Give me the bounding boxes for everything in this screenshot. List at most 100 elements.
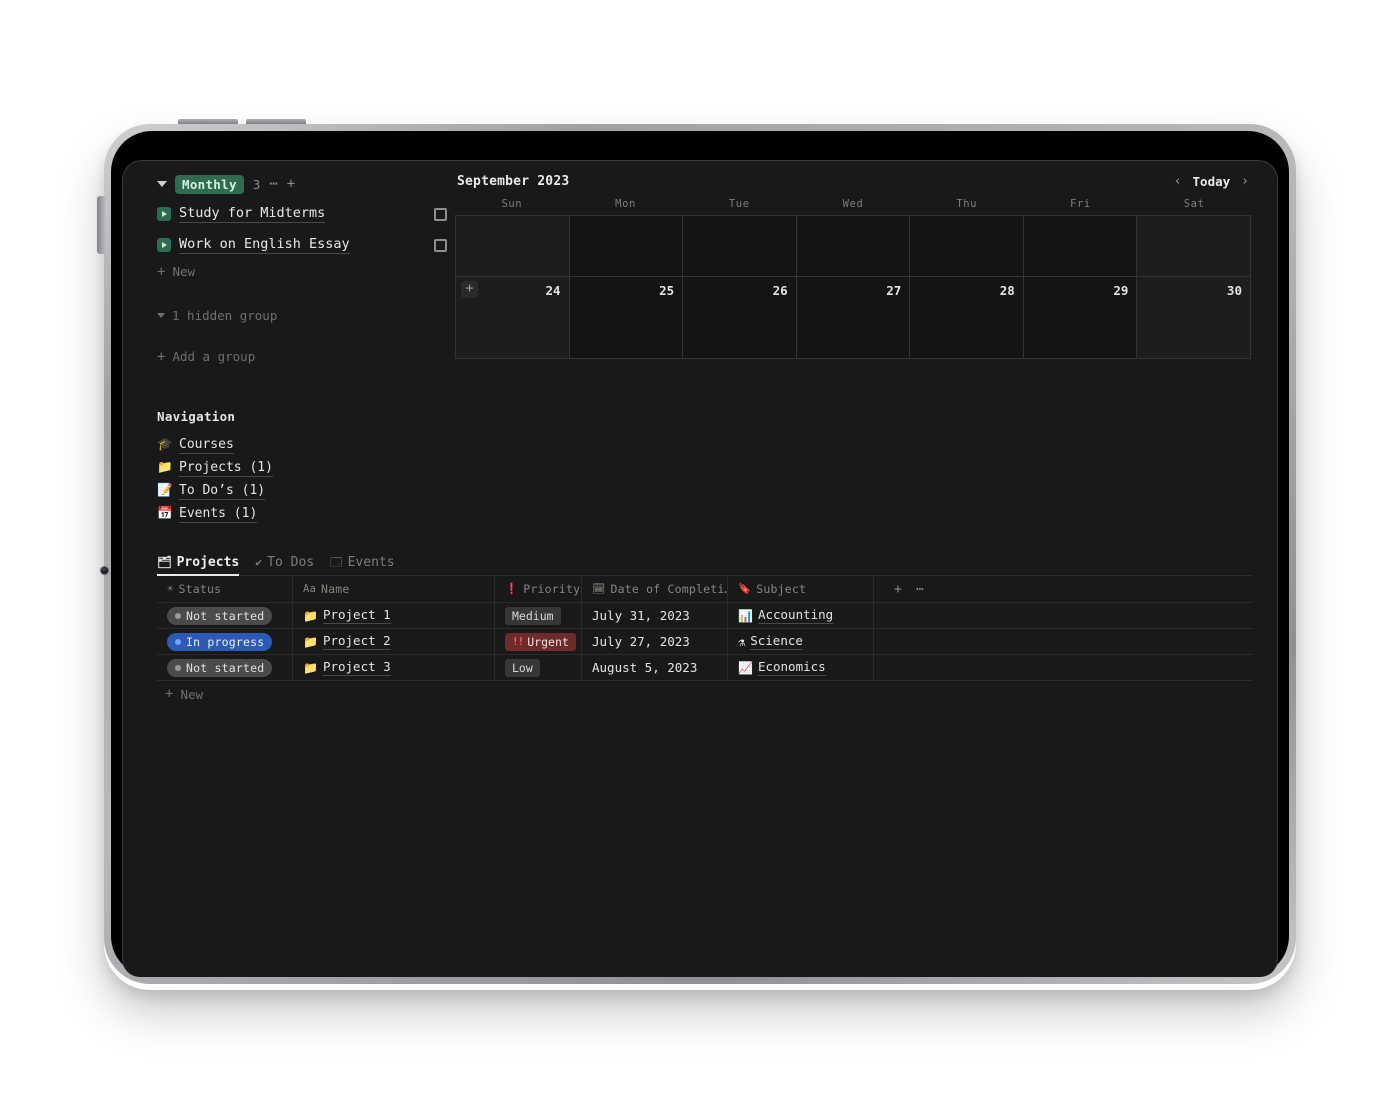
calendar-cell[interactable]: 27 — [796, 277, 911, 359]
add-group-button[interactable]: + Add a group — [157, 349, 447, 364]
sidebar-item-todos[interactable]: 📝 To Do’s (1) — [157, 479, 457, 502]
cell-date[interactable]: July 31, 2023 — [582, 603, 728, 628]
calendar-view: September 2023 ‹ Today › Sun Mon Tue Wed… — [455, 169, 1251, 359]
page-arrow-icon — [157, 238, 171, 252]
cell-date[interactable]: August 5, 2023 — [582, 655, 728, 680]
calendar-day-header: Sat — [1183, 198, 1205, 210]
board-card-checkbox[interactable] — [434, 238, 447, 252]
cell-subject[interactable]: ⚗ Science — [728, 629, 874, 654]
cell-date[interactable]: July 27, 2023 — [582, 629, 728, 654]
cell-name[interactable]: 📁 Project 2 — [293, 629, 495, 654]
folder-icon: 🗂 — [157, 554, 172, 569]
cell-priority[interactable]: Low — [495, 655, 582, 680]
column-header-name[interactable]: Aa Name — [293, 576, 495, 602]
board-card-checkbox[interactable] — [434, 207, 447, 221]
status-dot-icon — [175, 664, 181, 671]
calendar-cell[interactable]: + 24 — [456, 277, 570, 359]
column-header-label: Name — [321, 582, 350, 596]
tablet-camera-icon — [100, 566, 109, 575]
folder-icon: 📁 — [303, 608, 318, 623]
calendar-cell[interactable] — [910, 216, 1024, 277]
cell-empty — [874, 629, 1253, 654]
priority-tag: Low — [505, 658, 540, 677]
date-label: July 27, 2023 — [592, 634, 690, 649]
calendar-day-number: 30 — [1226, 283, 1242, 298]
cell-name-label: Project 3 — [322, 659, 391, 676]
calendar-cell[interactable]: 30 — [1137, 277, 1251, 359]
column-more-icon[interactable]: ⋯ — [916, 582, 924, 597]
column-header-subject[interactable]: 🔖 Subject — [728, 576, 874, 602]
table-new-row-button[interactable]: + New — [157, 681, 1253, 707]
tab-todos[interactable]: ✔ To Dos — [255, 555, 314, 575]
column-header-priority[interactable]: ❗ Priority — [495, 576, 582, 602]
calendar-cell[interactable]: 29 — [1023, 277, 1138, 359]
board-group-more-icon[interactable]: ⋯ — [269, 177, 277, 191]
status-label: Not started — [186, 608, 265, 623]
cell-status[interactable]: Not started — [157, 655, 293, 680]
calendar-cell[interactable] — [569, 216, 684, 277]
tab-projects[interactable]: 🗂 Projects — [157, 554, 240, 576]
chart-icon: 📊 — [738, 608, 753, 623]
calendar-day-number: 27 — [886, 283, 902, 298]
cell-subject[interactable]: 📊 Accounting — [728, 603, 874, 628]
sidebar-item-events[interactable]: 📅 Events (1) — [157, 502, 457, 525]
tab-events[interactable]: 🗔 Events — [330, 555, 394, 575]
calendar-cell[interactable] — [683, 216, 797, 277]
calendar-next-icon[interactable]: › — [1241, 174, 1249, 189]
calendar-header: September 2023 ‹ Today › — [455, 169, 1251, 193]
cell-name[interactable]: 📁 Project 3 — [293, 655, 495, 680]
priority-label: Medium — [512, 608, 554, 623]
calendar-day-header: Tue — [728, 198, 750, 210]
sidebar-item-projects[interactable]: 📁 Projects (1) — [157, 456, 457, 479]
board-group-badge[interactable]: Monthly — [175, 174, 244, 194]
calendar-cell[interactable] — [796, 216, 911, 277]
calendar-cell[interactable]: 25 — [569, 277, 684, 359]
board-card-english-essay[interactable]: Work on English Essay — [157, 233, 447, 257]
cell-status[interactable]: Not started — [157, 603, 293, 628]
calendar-day-number: 29 — [1113, 283, 1129, 298]
column-header-status[interactable]: ☀ Status — [157, 576, 293, 602]
tab-label: Projects — [176, 555, 240, 570]
calendar-icon: 🗓 — [592, 582, 606, 595]
hidden-group-toggle[interactable]: 1 hidden group — [157, 308, 447, 323]
calendar-cell[interactable]: 26 — [683, 277, 797, 359]
folder-icon: 📁 — [303, 634, 318, 649]
calendar-day-headers: Sun Mon Tue Wed Thu Fri Sat — [455, 193, 1251, 215]
calendar-day-number: 25 — [659, 283, 675, 298]
status-icon: ☀ — [167, 582, 174, 595]
calendar-cell[interactable] — [456, 216, 570, 277]
column-header-date[interactable]: 🗓 Date of Completi… — [582, 576, 728, 602]
tablet-volume-button[interactable] — [97, 196, 105, 254]
column-header-label: Priority — [523, 582, 581, 596]
status-badge: Not started — [167, 658, 273, 677]
calendar-cell[interactable] — [1137, 216, 1251, 277]
cell-priority[interactable]: !! Urgent — [495, 629, 582, 654]
calendar-today-button[interactable]: Today — [1193, 174, 1231, 189]
board-card-study[interactable]: Study for Midterms — [157, 202, 447, 226]
calendar-cell-add-icon[interactable]: + — [461, 281, 478, 298]
calendar-cell[interactable]: 28 — [910, 277, 1024, 359]
table-new-row-label: New — [180, 686, 204, 702]
table-row[interactable]: In progress 📁 Project 2 !! Urgent July 2… — [157, 629, 1253, 655]
sidebar-item-courses[interactable]: 🎓 Courses — [157, 433, 457, 456]
priority-label: Low — [512, 660, 533, 675]
cell-subject[interactable]: 📈 Economics — [728, 655, 874, 680]
calendar-cell[interactable] — [1023, 216, 1138, 277]
bookmark-icon: 🔖 — [738, 582, 752, 595]
calendar-prev-icon[interactable]: ‹ — [1174, 174, 1182, 189]
board-new-button[interactable]: + New — [157, 264, 447, 279]
table-row[interactable]: Not started 📁 Project 3 Low August 5, 20… — [157, 655, 1253, 681]
collapse-triangle-icon[interactable] — [157, 181, 167, 187]
board-group-column: Monthly 3 ⋯ + Study for Midterms Work on… — [157, 173, 447, 364]
column-header-actions: + ⋯ — [874, 576, 1253, 602]
cell-name[interactable]: 📁 Project 1 — [293, 603, 495, 628]
column-header-label: Date of Completi… — [610, 582, 728, 596]
add-column-icon[interactable]: + — [894, 582, 902, 597]
table-row[interactable]: Not started 📁 Project 1 Medium July 31, … — [157, 603, 1253, 629]
database-block: 🗂 Projects ✔ To Dos 🗔 Events ☀ Status Aa… — [157, 549, 1253, 707]
folder-icon: 📁 — [157, 459, 173, 475]
cell-status[interactable]: In progress — [157, 629, 293, 654]
board-group-add-icon[interactable]: + — [287, 177, 295, 191]
cell-empty — [874, 655, 1253, 680]
cell-priority[interactable]: Medium — [495, 603, 582, 628]
